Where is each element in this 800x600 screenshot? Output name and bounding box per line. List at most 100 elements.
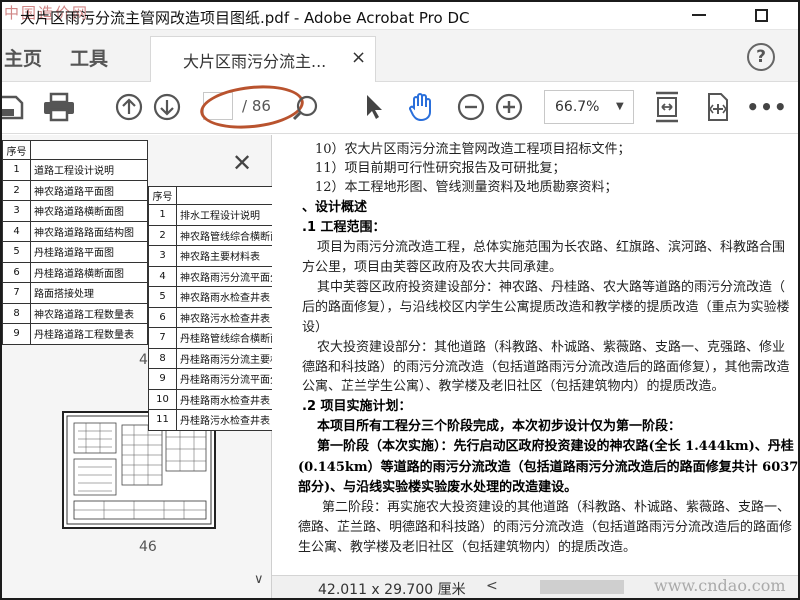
doc-line: 后的路面修复），与沿线校区内学生公寓提质改造和教学楼的提质改造（重点为实验楼 (302, 300, 790, 315)
title-bar: 中国造价网 大片区雨污分流主管网改造项目图纸.pdf - Adobe Acrob… (2, 2, 798, 30)
drawing-name: 道路工程设计说明 (30, 159, 148, 181)
doc-line: 其中芙蓉区政府投资建设部分：神农路、丹桂路、农大路等道路的雨污分流改造（ (317, 280, 786, 295)
toolbar: / 86 66.7% ▼ ••• (2, 80, 798, 134)
hand-tool-icon[interactable] (406, 92, 436, 122)
row-number: 6 (2, 261, 31, 283)
marquee-zoom-icon[interactable] (292, 92, 320, 122)
chevron-down-icon: ▼ (616, 101, 624, 112)
more-options-icon[interactable]: ••• (746, 92, 786, 122)
doc-line: 12）本工程地形图、管线测量资料及地质勘察资料； (315, 180, 618, 195)
row-number: 11 (148, 409, 177, 431)
doc-line: 公寓、芷兰学生公寓）、教学楼及老旧社区（包括建筑物内）的提质改造。 (302, 379, 725, 394)
thumbnail-page-label: 46 (139, 539, 157, 555)
tab-home[interactable]: 主页 (4, 44, 42, 71)
document-view[interactable]: 10）农大片区雨污分流主管网改造工程项目招标文件； 11）项目前期可行性研究报告… (272, 135, 798, 575)
table-row: 2 神农路道路平面图 (2, 179, 148, 201)
row-number: 6 (148, 306, 177, 328)
next-page-icon[interactable] (152, 92, 182, 122)
zoom-level-value: 66.7% (555, 99, 600, 115)
row-number: 9 (2, 323, 31, 345)
document-tab-label: 大片区雨污分流主... (183, 52, 327, 71)
horizontal-scrollbar-thumb[interactable] (540, 580, 624, 594)
row-number: 10 (148, 388, 177, 410)
section-heading: 、设计概述 (302, 200, 368, 215)
drawing-name: 丹桂路道路横断面图 (30, 261, 148, 283)
maximize-button[interactable] (755, 9, 768, 22)
drawing-name: 神农路道路工程数量表 (30, 302, 148, 324)
rotate-view-icon[interactable] (702, 92, 732, 122)
row-number: 8 (148, 347, 177, 369)
doc-line: 农大投资建设部分：其他道路（科教路、朴诚路、紫薇路、支路一、克强路、修业 (317, 340, 786, 355)
row-number: 4 (148, 265, 177, 287)
watermark-text: www.cndao.com (654, 576, 786, 595)
drawing-name: 路面搭接处理 (30, 282, 148, 304)
drawing-name: 神农路道路横断面图 (30, 200, 148, 222)
row-number: 8 (2, 302, 31, 324)
table-row: 8 神农路道路工程数量表 (2, 302, 148, 324)
doc-line: 10）农大片区雨污分流主管网改造工程项目招标文件； (315, 142, 631, 157)
row-number: 7 (2, 282, 31, 304)
row-number: 1 (148, 204, 177, 226)
zoom-out-icon[interactable] (456, 92, 486, 122)
road-drawing-list-table: 序号 1 道路工程设计说明 2 神农路道路平面图 3 神农路道路横断面图 4 神农路道路… (2, 140, 148, 345)
tab-tools[interactable]: 工具 (70, 44, 108, 71)
doc-line: 本项目所有工程分三个阶段完成，本次初步设计仅为第一阶段： (317, 419, 682, 434)
drawing-name: 神农路道路路面结构图 (30, 220, 148, 242)
highlight-annotation-oval (198, 80, 306, 134)
select-cursor-icon[interactable] (362, 92, 386, 122)
row-number: 3 (2, 200, 31, 222)
table-row: 6 丹桂路道路横断面图 (2, 261, 148, 283)
row-number: 3 (148, 245, 177, 267)
row-number: 1 (2, 159, 31, 181)
section-heading: .2 项目实施计划： (302, 399, 412, 414)
drawing-name: 神农路道路平面图 (30, 179, 148, 201)
column-header (30, 140, 148, 160)
doc-line: 设） (302, 320, 329, 335)
doc-line: 生公寓、教学楼及老旧社区（包括建筑物内）的提质改造。 (298, 540, 637, 555)
table-header-row: 序号 (2, 140, 148, 160)
table-row: 4 神农路道路路面结构图 (2, 220, 148, 242)
drawing-name: 丹桂路道路平面图 (30, 241, 148, 263)
zoom-level-select[interactable]: 66.7% ▼ (544, 90, 634, 124)
table-row: 5 丹桂路道路平面图 (2, 241, 148, 263)
page-size-readout: 42.011 x 29.700 厘米 (318, 582, 466, 598)
doc-line: 德路、芷兰路、明德路和科技路）的雨污分流改造（包括道路雨污分流改造后的路面修 (298, 520, 793, 535)
status-bar: 42.011 x 29.700 厘米 < www.cndao.com (272, 575, 798, 598)
doc-line: 第一阶段（本次实施）：先行启动区政府投资建设的神农路(全长 1.444km)、丹… (317, 439, 794, 454)
zoom-in-icon[interactable] (494, 92, 524, 122)
table-row: 3 神农路道路横断面图 (2, 200, 148, 222)
row-number: 2 (148, 224, 177, 246)
doc-line: 德路和科技路）的雨污分流改造（包括道路雨污分流改造后的路面修复），其他需改造 (302, 360, 790, 375)
row-number: 4 (2, 220, 31, 242)
minimize-button[interactable] (692, 14, 706, 16)
scroll-left-icon[interactable]: < (486, 578, 498, 594)
doc-line: (0.145km）等道路的雨污分流改造（包括道路雨污分流改造后的路面修复共计 6… (298, 460, 798, 475)
row-number: 5 (148, 286, 177, 308)
print-icon[interactable] (42, 92, 76, 122)
column-header: 序号 (2, 140, 31, 160)
column-header: 序号 (148, 186, 177, 205)
row-number: 2 (2, 179, 31, 201)
nav-bar: 主页 工具 大片区雨污分流主... × ? (2, 30, 798, 82)
doc-line: 11）项目前期可行性研究报告及可研批复； (315, 161, 566, 176)
doc-line: 方公里，项目由芙蓉区政府及农大共同承建。 (302, 260, 563, 275)
help-icon[interactable]: ? (747, 43, 775, 71)
table-row: 7 路面搭接处理 (2, 282, 148, 304)
close-tab-icon[interactable]: × (351, 47, 366, 68)
previous-page-icon[interactable] (114, 92, 144, 122)
doc-line: 部分)、与沿线实验楼实验废水处理的改造建设。 (298, 480, 578, 495)
table-row: 9 丹桂路道路工程数量表 (2, 323, 148, 345)
close-icon[interactable]: ✕ (232, 149, 252, 177)
save-icon[interactable] (2, 92, 26, 122)
row-number: 5 (2, 241, 31, 263)
chevron-down-icon[interactable]: ∨ (254, 572, 264, 587)
table-row: 1 道路工程设计说明 (2, 159, 148, 181)
section-heading: .1 工程范围： (302, 220, 386, 235)
window-title: 大片区雨污分流主管网改造项目图纸.pdf - Adobe Acrobat Pro… (20, 9, 470, 27)
row-number: 9 (148, 368, 177, 390)
document-tab[interactable]: 大片区雨污分流主... × (150, 36, 376, 82)
doc-line: 第二阶段：再实施农大投资建设的其他道路（科教路、朴诚路、紫薇路、支路一、 (322, 500, 791, 515)
doc-line: 项目为雨污分流改造工程，总体实施范围为长农路、红旗路、滨河路、科教路合围 (317, 240, 786, 255)
fit-page-icon[interactable] (652, 91, 682, 123)
row-number: 7 (148, 327, 177, 349)
